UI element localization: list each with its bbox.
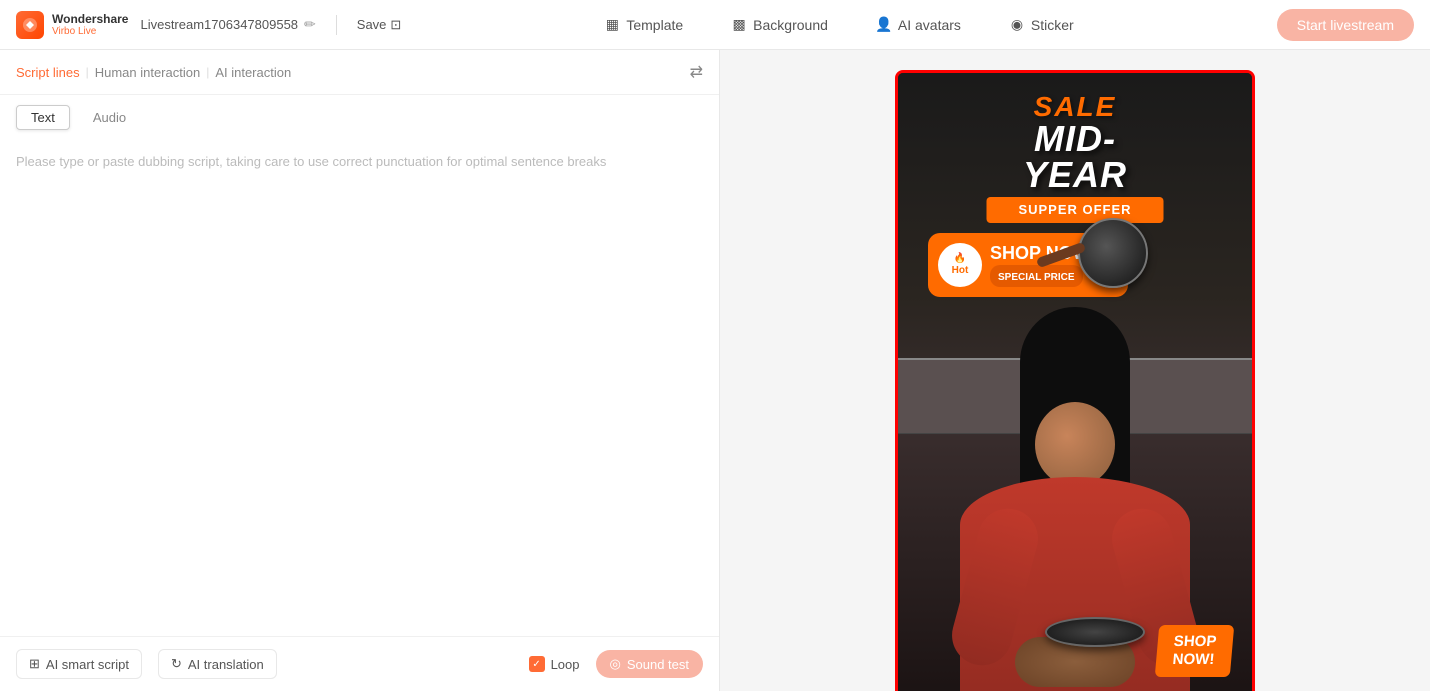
logo-text-area: Wondershare Virbo Live	[52, 12, 128, 37]
card-pan	[1078, 218, 1148, 288]
special-price-badge: SPECIAL PRICE	[990, 265, 1083, 287]
right-panel: SALE MID-YEAR SUPPER OFFER 🔥Hot SHOP NOW…	[720, 50, 1430, 691]
sale-text: SALE	[987, 93, 1164, 121]
left-panel: Script lines | Human interaction | AI in…	[0, 50, 720, 691]
nav-ai-avatars[interactable]: 👤 AI avatars	[868, 13, 969, 37]
ai-translation-button[interactable]: ↻ AI translation	[158, 649, 277, 679]
bottom-shop-text: SHOP NOW!	[1172, 633, 1218, 669]
brand-name: Wondershare	[52, 12, 128, 26]
ai-script-icon: ⊞	[29, 656, 40, 672]
preview-inner: SALE MID-YEAR SUPPER OFFER 🔥Hot SHOP NOW…	[898, 73, 1252, 691]
logo-area: Wondershare Virbo Live	[16, 11, 128, 39]
template-icon: ▦	[604, 17, 620, 33]
special-price-text: SPECIAL PRICE	[998, 272, 1075, 283]
bottom-shop-now: SHOP NOW!	[1157, 625, 1232, 677]
loop-checkbox[interactable]: ✓	[529, 656, 545, 672]
loop-toggle[interactable]: ✓ Loop	[529, 656, 580, 672]
bottom-pan	[1045, 617, 1145, 647]
start-livestream-button[interactable]: Start livestream	[1277, 9, 1414, 41]
main-layout: Script lines | Human interaction | AI in…	[0, 50, 1430, 691]
nav-background[interactable]: ▩ Background	[723, 13, 836, 37]
ai-smart-script-button[interactable]: ⊞ AI smart script	[16, 649, 142, 679]
bottom-right-actions: ✓ Loop ◎ Sound test	[529, 650, 703, 678]
product-name: Virbo Live	[52, 26, 128, 37]
settings-icon[interactable]: ⇄	[690, 62, 703, 82]
person-head	[1035, 402, 1115, 487]
app-logo-icon	[16, 11, 44, 39]
edit-icon[interactable]: ✏	[304, 16, 316, 33]
tab-human-interaction[interactable]: Human interaction	[95, 65, 201, 80]
audio-tab-button[interactable]: Audio	[78, 105, 141, 130]
avatar-icon: 👤	[876, 17, 892, 33]
save-button[interactable]: Save ⊡	[357, 17, 402, 33]
project-name: Livestream1706347809558 ✏	[140, 16, 315, 33]
sale-banner: SALE MID-YEAR SUPPER OFFER	[987, 93, 1164, 223]
nav-template[interactable]: ▦ Template	[596, 13, 691, 37]
nav-center: ▦ Template ▩ Background 👤 AI avatars ◉ S…	[413, 13, 1264, 37]
text-tab-button[interactable]: Text	[16, 105, 70, 130]
tab-ai-interaction[interactable]: AI interaction	[215, 65, 291, 80]
ai-trans-icon: ↻	[171, 656, 182, 672]
script-area[interactable]: Please type or paste dubbing script, tak…	[0, 140, 719, 636]
header-divider	[336, 15, 337, 35]
bottom-left-actions: ⊞ AI smart script ↻ AI translation	[16, 649, 277, 679]
mid-year-text: MID-YEAR	[987, 121, 1164, 193]
nav-sticker[interactable]: ◉ Sticker	[1001, 13, 1082, 37]
text-audio-row: Text Audio	[0, 95, 719, 140]
shop-now-card: 🔥Hot SHOP NOW! SPECIAL PRICE	[928, 233, 1128, 297]
tabs-row: Script lines | Human interaction | AI in…	[0, 50, 719, 95]
bottom-toolbar: ⊞ AI smart script ↻ AI translation ✓ Loo…	[0, 636, 719, 691]
hot-badge: 🔥Hot	[938, 243, 982, 287]
sound-test-button[interactable]: ◎ Sound test	[596, 650, 704, 678]
header: Wondershare Virbo Live Livestream1706347…	[0, 0, 1430, 50]
script-placeholder: Please type or paste dubbing script, tak…	[16, 152, 703, 172]
tab-script-lines[interactable]: Script lines	[16, 65, 80, 80]
save-icon: ⊡	[390, 17, 401, 33]
supper-offer-text: SUPPER OFFER	[1018, 202, 1131, 217]
preview-container: SALE MID-YEAR SUPPER OFFER 🔥Hot SHOP NOW…	[895, 70, 1255, 691]
background-icon: ▩	[731, 17, 747, 33]
sound-icon: ◎	[610, 656, 621, 672]
check-icon: ✓	[532, 659, 540, 670]
sticker-icon: ◉	[1009, 17, 1025, 33]
tab-group: Script lines | Human interaction | AI in…	[16, 65, 291, 80]
